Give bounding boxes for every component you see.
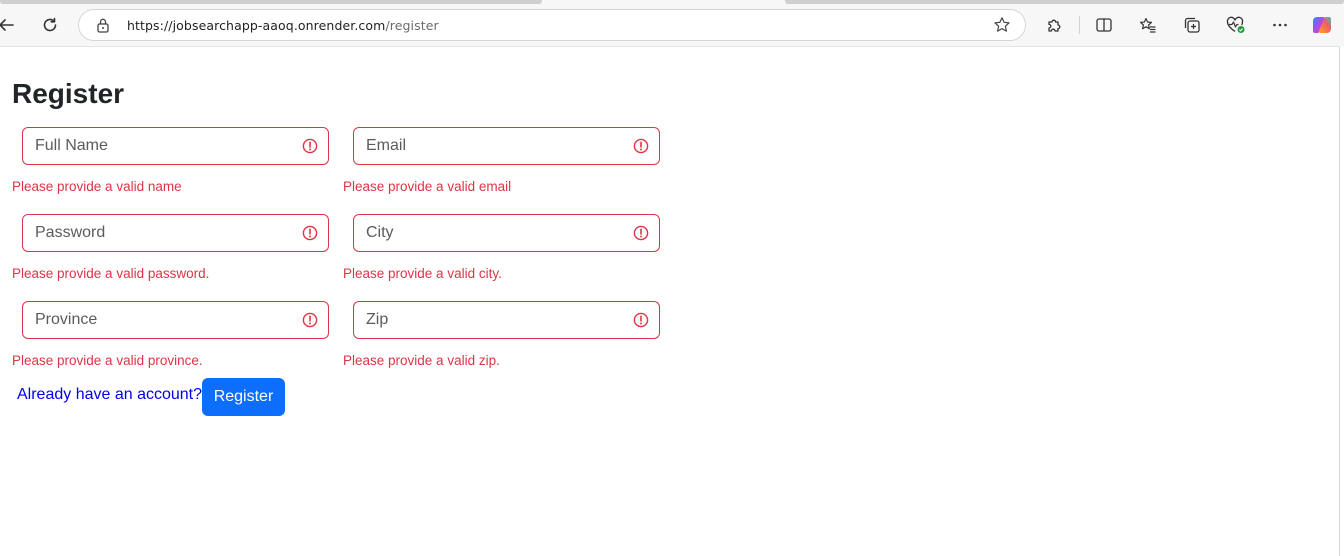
more-button[interactable] [1266, 11, 1294, 39]
toolbar-divider [1079, 16, 1080, 34]
login-link[interactable]: Already have an account? [17, 386, 202, 404]
zip-input[interactable] [354, 302, 659, 338]
url-path: /register [385, 18, 439, 33]
copilot-button[interactable] [1308, 11, 1336, 39]
zip-field[interactable] [353, 301, 660, 339]
arrow-left-icon [0, 19, 14, 31]
exclamation-circle-icon [633, 138, 649, 159]
province-field[interactable] [22, 301, 329, 339]
password-input[interactable] [23, 215, 328, 251]
zip-error: Please provide a valid zip. [343, 353, 500, 368]
exclamation-circle-icon [633, 312, 649, 333]
lock-icon[interactable] [96, 17, 110, 38]
browser-toolbar: https://jobsearchapp-aaoq.onrender.com/r… [0, 0, 1344, 46]
email-error: Please provide a valid email [343, 179, 512, 194]
email-field[interactable] [353, 127, 660, 165]
refresh-button[interactable] [36, 11, 64, 39]
url-text[interactable]: https://jobsearchapp-aaoq.onrender.com/r… [127, 18, 439, 33]
more-icon [1273, 23, 1287, 27]
back-button[interactable] [0, 11, 20, 39]
collections-icon [1184, 17, 1200, 33]
email-input[interactable] [354, 128, 659, 164]
register-button[interactable]: Register [202, 378, 285, 416]
tab-strip-edge [0, 0, 542, 4]
password-field[interactable] [22, 214, 329, 252]
extensions-button[interactable] [1041, 11, 1069, 39]
puzzle-icon [1048, 19, 1061, 32]
city-error: Please provide a valid city. [343, 266, 502, 281]
full-name-field[interactable] [22, 127, 329, 165]
split-screen-button[interactable] [1090, 11, 1118, 39]
page-title: Register [12, 78, 125, 109]
refresh-icon [43, 17, 57, 32]
tab-strip-edge [785, 0, 1344, 4]
favorites-button[interactable] [1134, 11, 1162, 39]
split-screen-icon [1096, 18, 1112, 32]
province-error: Please provide a valid province. [12, 353, 203, 368]
password-error: Please provide a valid password. [12, 266, 210, 281]
exclamation-circle-icon [302, 225, 318, 246]
address-bar[interactable]: https://jobsearchapp-aaoq.onrender.com/r… [78, 9, 1026, 41]
full-name-error: Please provide a valid name [12, 179, 182, 194]
copilot-icon [1313, 16, 1331, 34]
exclamation-circle-icon [633, 225, 649, 246]
city-input[interactable] [354, 215, 659, 251]
favorites-icon [1140, 17, 1156, 33]
collections-button[interactable] [1178, 11, 1206, 39]
exclamation-circle-icon [302, 312, 318, 333]
heart-pulse-icon [1226, 16, 1245, 33]
exclamation-circle-icon [302, 138, 318, 159]
browser-essentials-button[interactable] [1222, 11, 1250, 39]
full-name-input[interactable] [23, 128, 328, 164]
province-input[interactable] [23, 302, 328, 338]
url-host: https://jobsearchapp-aaoq.onrender.com [127, 18, 386, 33]
star-icon[interactable] [993, 16, 1011, 39]
city-field[interactable] [353, 214, 660, 252]
